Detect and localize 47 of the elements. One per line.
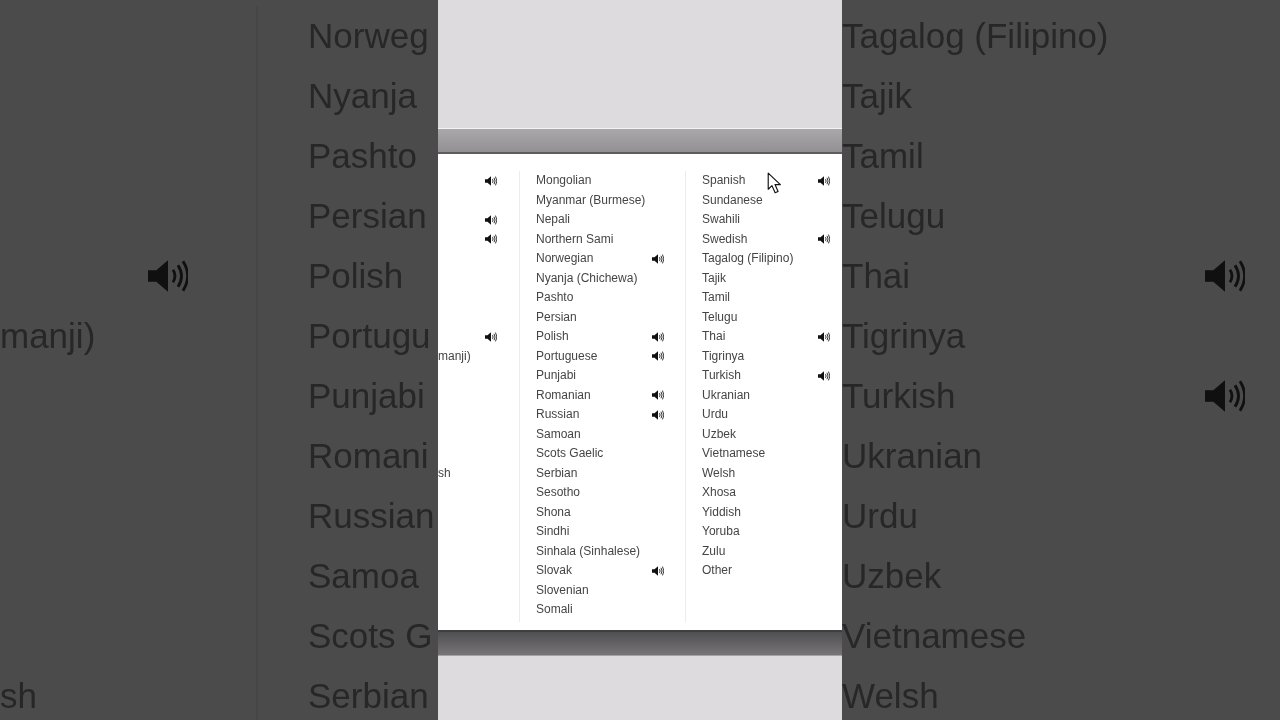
language-option[interactable]: Northern Sami (536, 231, 614, 247)
language-option[interactable]: Swedish (702, 231, 748, 247)
language-option[interactable]: Xhosa (702, 485, 737, 501)
language-option[interactable]: Other (702, 563, 732, 579)
language-option[interactable]: Norwegian (536, 251, 594, 267)
language-option[interactable]: Welsh (702, 465, 736, 481)
language-option[interactable]: Yoruba (702, 524, 740, 540)
language-option[interactable]: sh (438, 465, 451, 481)
language-option[interactable]: manji) (438, 348, 471, 364)
language-option[interactable]: Serbian (536, 465, 578, 481)
language-option[interactable]: Shona (536, 504, 571, 520)
language-option[interactable]: Nepali (536, 212, 571, 228)
cursor-icon (767, 172, 782, 194)
language-option[interactable]: Romanian (536, 387, 591, 403)
language-option[interactable]: Urdu (702, 407, 728, 423)
language-option[interactable]: Punjabi (536, 368, 577, 384)
language-option[interactable]: Slovak (536, 563, 573, 579)
language-option[interactable]: Sesotho (536, 485, 581, 501)
language-option[interactable]: Samoan (536, 426, 581, 442)
language-option[interactable]: Ukranian (702, 387, 751, 403)
language-option[interactable]: Vietnamese (702, 446, 766, 462)
language-option[interactable]: Zulu (702, 543, 726, 559)
language-option[interactable]: Turkish (702, 368, 741, 384)
language-option[interactable]: Mongolian (536, 173, 592, 189)
language-option[interactable]: Portuguese (536, 348, 598, 364)
language-option[interactable]: Swahili (702, 212, 740, 228)
language-option[interactable]: Scots Gaelic (536, 446, 604, 462)
language-option[interactable]: Slovenian (536, 582, 589, 598)
language-option[interactable]: Telugu (702, 309, 738, 325)
language-option[interactable]: Thai (702, 329, 726, 345)
language-option[interactable]: Persian (536, 309, 577, 325)
language-option[interactable]: Tajik (702, 270, 726, 286)
language-option[interactable]: Yiddish (702, 504, 741, 520)
language-option[interactable]: Nyanja (Chichewa) (536, 270, 638, 286)
language-option[interactable]: Tamil (702, 290, 730, 306)
language-option[interactable]: Sindhi (536, 524, 570, 540)
language-option[interactable]: Pashto (536, 290, 574, 306)
language-option[interactable]: Tigrinya (702, 348, 745, 364)
language-option[interactable]: Tagalog (Filipino) (702, 251, 794, 267)
language-option[interactable]: Polish (536, 329, 569, 345)
language-option[interactable]: Somali (536, 602, 573, 618)
language-option[interactable]: Spanish (702, 173, 746, 189)
language-option[interactable]: Sundanese (702, 192, 763, 208)
language-option[interactable]: Uzbek (702, 426, 736, 442)
language-option[interactable]: Sinhala (Sinhalese) (536, 543, 641, 559)
language-option[interactable]: Myanmar (Burmese) (536, 192, 646, 208)
language-option[interactable]: Russian (536, 407, 580, 423)
